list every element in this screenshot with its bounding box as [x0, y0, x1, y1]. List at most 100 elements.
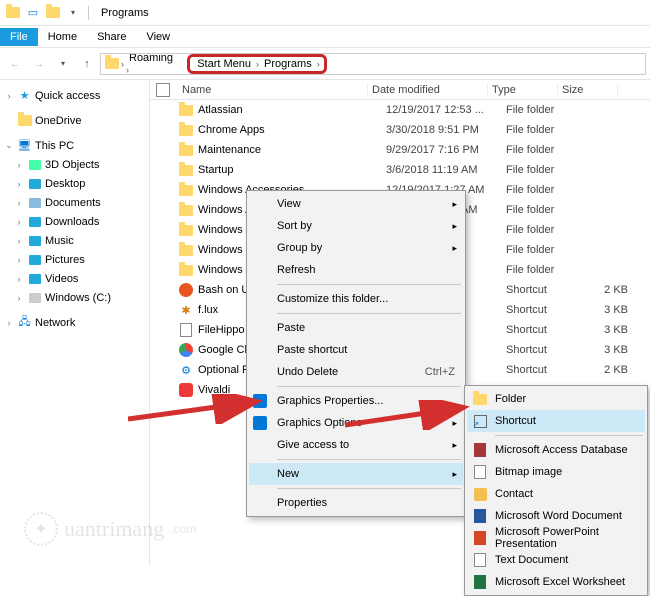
ctx-graphics-props[interactable]: Graphics Properties...	[249, 390, 463, 412]
separator-icon	[277, 313, 461, 314]
file-row[interactable]: Maintenance9/29/2017 7:16 PMFile folder	[150, 140, 650, 160]
qat-dropdown-icon[interactable]: ▾	[64, 4, 82, 22]
select-all-checkbox[interactable]	[156, 83, 170, 97]
chevron-right-icon[interactable]: ›	[121, 59, 124, 69]
tab-share[interactable]: Share	[87, 28, 136, 46]
tab-home[interactable]: Home	[38, 28, 87, 46]
ctx-label: Undo Delete	[277, 366, 338, 378]
file-row[interactable]: Startup3/6/2018 11:19 AMFile folder	[150, 160, 650, 180]
file-size: 2 KB	[576, 364, 636, 376]
col-date[interactable]: Date modified	[368, 84, 488, 96]
ctx-refresh[interactable]: Refresh	[249, 259, 463, 281]
properties-qat-icon[interactable]: ▭	[24, 4, 42, 22]
new-ppt[interactable]: Microsoft PowerPoint Presentation	[467, 527, 645, 549]
sidebar-this-pc[interactable]: ⌄ 🖥 This PC	[0, 136, 149, 155]
sidebar-item[interactable]: › Desktop	[0, 174, 149, 193]
breadcrumb-item[interactable]: Start Menu	[194, 58, 254, 70]
new-bmp[interactable]: Bitmap image	[467, 461, 645, 483]
sidebar-item[interactable]: ›Videos	[0, 269, 149, 288]
sidebar-item[interactable]: ›Documents	[0, 193, 149, 212]
ctx-paste[interactable]: Paste	[249, 317, 463, 339]
sidebar-item[interactable]: ›Windows (C:)	[0, 288, 149, 307]
col-type[interactable]: Type	[488, 84, 558, 96]
chevron-right-icon[interactable]: ›	[256, 59, 259, 69]
new-xls[interactable]: Microsoft Excel Worksheet	[467, 571, 645, 593]
ctx-label: Microsoft PowerPoint Presentation	[495, 526, 639, 550]
file-type: Shortcut	[506, 364, 576, 376]
col-size[interactable]: Size	[558, 84, 618, 96]
ctx-new[interactable]: New▸	[249, 463, 463, 485]
ctx-view[interactable]: View▸	[249, 193, 463, 215]
sidebar-item-label: Desktop	[45, 178, 85, 190]
ctx-group[interactable]: Group by▸	[249, 237, 463, 259]
recent-dropdown-icon[interactable]: ▾	[52, 53, 74, 75]
sidebar-item[interactable]: ›Downloads	[0, 212, 149, 231]
sidebar-network[interactable]: › 🖧 Network	[0, 313, 149, 332]
drive-icon	[27, 214, 42, 229]
sidebar-quick-access[interactable]: › ★ Quick access	[0, 86, 149, 105]
item-icon	[178, 202, 194, 218]
ctx-customize[interactable]: Customize this folder...	[249, 288, 463, 310]
up-button[interactable]: ↑	[76, 53, 98, 75]
new-submenu[interactable]: Folder↗Shortcut Microsoft Access Database…	[464, 385, 648, 596]
chevron-right-icon[interactable]: ›	[14, 255, 24, 265]
file-type: File folder	[506, 164, 576, 176]
breadcrumb-folder-icon	[105, 58, 119, 69]
ctx-properties[interactable]: Properties	[249, 492, 463, 514]
title-bar: ▭ ▾ Programs	[0, 0, 650, 26]
sidebar-item-label: Pictures	[45, 254, 85, 266]
ctx-give-access[interactable]: Give access to▸	[249, 434, 463, 456]
separator-icon	[277, 386, 461, 387]
new-folder[interactable]: Folder	[467, 388, 645, 410]
chevron-right-icon[interactable]: ›	[14, 198, 24, 208]
sidebar-item-label: 3D Objects	[45, 159, 99, 171]
chevron-right-icon[interactable]: ›	[126, 65, 129, 75]
ctx-label: Customize this folder...	[277, 293, 388, 305]
chevron-right-icon[interactable]: ›	[317, 59, 320, 69]
chevron-right-icon[interactable]: ›	[4, 91, 14, 101]
bmp-icon	[471, 463, 489, 481]
new-shortcut[interactable]: ↗Shortcut	[467, 410, 645, 432]
column-headers[interactable]: Name Date modified Type Size	[150, 80, 650, 100]
forward-button[interactable]: →	[28, 53, 50, 75]
new-contact[interactable]: Contact	[467, 483, 645, 505]
ctx-label: Group by	[277, 242, 322, 254]
ctx-undo[interactable]: Undo DeleteCtrl+Z	[249, 361, 463, 383]
chevron-right-icon[interactable]: ›	[14, 236, 24, 246]
chevron-right-icon[interactable]: ›	[14, 274, 24, 284]
file-row[interactable]: Atlassian12/19/2017 12:53 ...File folder	[150, 100, 650, 120]
sidebar-item[interactable]: › Pictures	[0, 250, 149, 269]
file-row[interactable]: Chrome Apps3/30/2018 9:51 PMFile folder	[150, 120, 650, 140]
file-size: 2 KB	[576, 284, 636, 296]
sidebar-onedrive[interactable]: OneDrive	[0, 111, 149, 130]
breadcrumb-item[interactable]: Roaming	[126, 53, 185, 64]
explorer-icon	[4, 4, 22, 22]
col-name[interactable]: Name	[178, 84, 368, 96]
chevron-right-icon[interactable]: ›	[14, 160, 24, 170]
chevron-right-icon[interactable]: ›	[14, 293, 24, 303]
new-txt[interactable]: Text Document	[467, 549, 645, 571]
navigation-pane[interactable]: › ★ Quick access OneDrive ⌄ 🖥 This PC › 3…	[0, 80, 150, 566]
tab-view[interactable]: View	[136, 28, 180, 46]
tab-file[interactable]: File	[0, 28, 38, 46]
new-folder-qat-icon[interactable]	[44, 4, 62, 22]
ctx-paste-shortcut[interactable]: Paste shortcut	[249, 339, 463, 361]
ctx-sort[interactable]: Sort by▸	[249, 215, 463, 237]
separator-icon	[277, 284, 461, 285]
sidebar-item[interactable]: › 3D Objects	[0, 155, 149, 174]
ctx-graphics-opts[interactable]: Graphics Options▸	[249, 412, 463, 434]
chevron-right-icon[interactable]: ›	[14, 217, 24, 227]
new-access[interactable]: Microsoft Access Database	[467, 439, 645, 461]
chevron-right-icon[interactable]: ›	[14, 179, 24, 189]
intel-icon	[253, 416, 267, 430]
back-button[interactable]: ←	[4, 53, 26, 75]
new-word[interactable]: Microsoft Word Document	[467, 505, 645, 527]
chevron-down-icon[interactable]: ⌄	[4, 140, 14, 151]
breadcrumb-item[interactable]: Programs	[261, 58, 315, 70]
breadcrumb[interactable]: › aksinghnet›AppData›Roaming›Microsoft›W…	[100, 53, 646, 75]
ctx-label: New	[277, 468, 299, 480]
context-menu[interactable]: View▸ Sort by▸ Group by▸ Refresh Customi…	[246, 190, 466, 517]
sidebar-item[interactable]: ›Music	[0, 231, 149, 250]
chevron-right-icon[interactable]: ›	[4, 318, 14, 328]
sidebar-item-label: Quick access	[35, 90, 100, 102]
